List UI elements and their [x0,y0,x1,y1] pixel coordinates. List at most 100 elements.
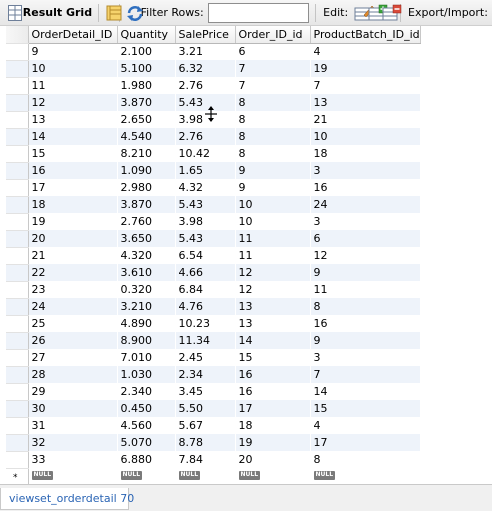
table-cell[interactable]: 16 [235,366,311,383]
table-cell[interactable]: 24 [28,298,118,315]
table-cell[interactable]: 10 [235,196,311,213]
table-row[interactable]: 14 4.540 2.76 8 10 [6,128,421,146]
table-row[interactable]: 32 5.070 8.78 19 17 [6,434,421,452]
table-cell[interactable]: 7 [235,77,311,94]
table-cell[interactable]: 5.43 [175,196,236,213]
table-cell[interactable]: 7 [235,60,311,77]
table-cell[interactable]: 5.43 [175,230,236,247]
table-cell[interactable]: 10.42 [175,145,236,162]
table-cell[interactable]: 17 [235,400,311,417]
table-cell[interactable]: 7.010 [117,349,176,366]
table-cell[interactable]: 19 [310,60,421,77]
table-cell[interactable]: 4.890 [117,315,176,332]
column-header-quantity[interactable]: Quantity [117,26,176,44]
table-cell[interactable]: 11 [310,281,421,298]
table-cell[interactable]: 6.54 [175,247,236,264]
table-cell[interactable]: 9 [28,43,118,60]
table-cell[interactable]: 10 [310,128,421,145]
table-cell[interactable]: 13 [310,94,421,111]
table-cell[interactable]: 12 [235,264,311,281]
table-cell[interactable]: 11 [235,230,311,247]
table-cell[interactable]: 7 [310,77,421,94]
table-cell[interactable]: 16 [28,162,118,179]
table-row[interactable]: 15 8.210 10.42 8 18 [6,145,421,163]
row-header-cell[interactable] [6,43,29,61]
table-cell[interactable]: 9 [235,179,311,196]
row-header-cell[interactable] [6,264,29,282]
new-row-marker[interactable]: * [6,468,29,486]
column-header-productbatch-id[interactable]: ProductBatch_ID_id [310,26,421,44]
column-header-orderdetail-id[interactable]: OrderDetail_ID [28,26,118,44]
row-header-cell[interactable] [6,111,29,129]
table-row[interactable]: 21 4.320 6.54 11 12 [6,247,421,265]
edit-cell-icon[interactable] [354,4,375,22]
table-cell[interactable]: 21 [310,111,421,128]
table-row[interactable]: 22 3.610 4.66 12 9 [6,264,421,282]
table-cell[interactable]: 12 [310,247,421,264]
table-cell[interactable]: 8.900 [117,332,176,349]
table-cell[interactable]: 24 [310,196,421,213]
table-cell[interactable]: 6.84 [175,281,236,298]
row-header-cell[interactable] [6,230,29,248]
table-cell[interactable]: 10.23 [175,315,236,332]
table-row[interactable]: 20 3.650 5.43 11 6 [6,230,421,248]
table-cell[interactable]: 9 [310,332,421,349]
table-cell[interactable]: 15 [235,349,311,366]
table-cell[interactable]: 10 [235,213,311,230]
table-cell[interactable]: 27 [28,349,118,366]
table-row[interactable]: 28 1.030 2.34 16 7 [6,366,421,384]
table-cell[interactable]: 17 [28,179,118,196]
row-header-cell[interactable] [6,179,29,197]
table-cell[interactable]: 4 [310,43,421,60]
table-cell[interactable]: 12 [28,94,118,111]
table-cell[interactable]: 4.66 [175,264,236,281]
refresh-icon[interactable] [126,4,143,22]
table-cell[interactable]: 6 [310,230,421,247]
row-header-cell[interactable] [6,128,29,146]
table-cell[interactable]: 28 [28,366,118,383]
table-cell[interactable]: 1.65 [175,162,236,179]
table-cell[interactable]: 16 [310,315,421,332]
table-cell[interactable]: 7 [310,366,421,383]
table-cell[interactable]: 9 [235,162,311,179]
table-cell[interactable]: 22 [28,264,118,281]
row-header-cell[interactable] [6,145,29,163]
table-cell[interactable]: 19 [28,213,118,230]
table-row[interactable]: 9 2.100 3.21 6 4 [6,43,421,61]
row-header-cell[interactable] [6,298,29,316]
table-row[interactable]: 16 1.090 1.65 9 3 [6,162,421,180]
row-header-cell[interactable] [6,94,29,112]
table-cell[interactable]: 18 [235,417,311,434]
table-cell[interactable]: 2.76 [175,77,236,94]
table-cell[interactable]: 3 [310,162,421,179]
table-cell[interactable]: 3.870 [117,196,176,213]
table-cell[interactable]: 13 [235,298,311,315]
new-row-cell[interactable]: NULL [117,468,176,485]
table-cell[interactable]: 2.650 [117,111,176,128]
row-header-cell[interactable] [6,400,29,418]
table-cell[interactable]: 3.21 [175,43,236,60]
table-cell[interactable]: 3 [310,213,421,230]
table-cell[interactable]: 4.32 [175,179,236,196]
table-row[interactable]: 30 0.450 5.50 17 15 [6,400,421,418]
table-cell[interactable]: 5.070 [117,434,176,451]
table-cell[interactable]: 19 [235,434,311,451]
row-header-cell[interactable] [6,162,29,180]
row-header-cell[interactable] [6,366,29,384]
table-row[interactable]: 29 2.340 3.45 16 14 [6,383,421,401]
table-cell[interactable]: 32 [28,434,118,451]
table-cell[interactable]: 3 [310,349,421,366]
new-row-cell[interactable]: NULL [175,468,236,485]
new-row-cell[interactable]: NULL [28,468,118,485]
table-cell[interactable]: 2.100 [117,43,176,60]
form-view-icon[interactable] [105,4,122,22]
table-row[interactable]: 31 4.560 5.67 18 4 [6,417,421,435]
table-cell[interactable]: 8 [235,111,311,128]
table-cell[interactable]: 5.50 [175,400,236,417]
table-cell[interactable]: 2.45 [175,349,236,366]
table-row[interactable]: 11 1.980 2.76 7 7 [6,77,421,95]
table-cell[interactable]: 10 [28,60,118,77]
table-cell[interactable]: 15 [28,145,118,162]
table-row[interactable]: 26 8.900 11.34 14 9 [6,332,421,350]
table-cell[interactable]: 3.870 [117,94,176,111]
